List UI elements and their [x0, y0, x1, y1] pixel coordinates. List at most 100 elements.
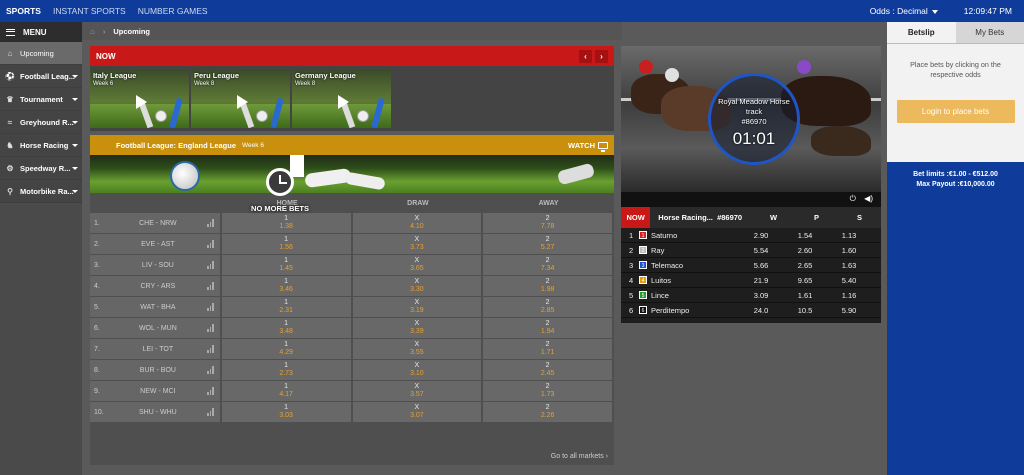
odd-place-button[interactable]: 9.65	[783, 276, 827, 285]
odd-win-button[interactable]: 2.90	[739, 231, 783, 240]
play-icon[interactable]	[338, 95, 349, 109]
match-info[interactable]: 9. NEW - MCI	[90, 381, 220, 401]
sidebar-item-tournament[interactable]: ♛ Tournament	[0, 88, 82, 111]
odd-win-button[interactable]: 21.9	[739, 276, 783, 285]
odd-draw-button[interactable]: X 3.73	[352, 234, 482, 254]
odd-place-button[interactable]: 1.61	[783, 291, 827, 300]
odd-home-button[interactable]: 1 4.17	[221, 381, 351, 401]
prev-arrow-button[interactable]: ‹	[579, 49, 592, 63]
match-info[interactable]: 4. CRY - ARS	[90, 276, 220, 296]
odd-home-button[interactable]: 1 4.29	[221, 339, 351, 359]
odd-show-button[interactable]: 1.63	[827, 261, 871, 270]
live-thumbnail-italy[interactable]: Italy League Week 6	[90, 69, 189, 128]
nav-instant-sports[interactable]: INSTANT SPORTS	[47, 0, 132, 22]
all-markets-link[interactable]: Go to all markets ›	[551, 453, 608, 460]
stats-icon[interactable]	[207, 240, 214, 248]
odd-away-button[interactable]: 2 1.94	[483, 318, 612, 338]
stats-icon[interactable]	[207, 219, 214, 227]
match-info[interactable]: 2. EVE - AST	[90, 234, 220, 254]
odd-home-button[interactable]: 1 2.31	[221, 297, 351, 317]
odd-show-button[interactable]: 5.40	[827, 276, 871, 285]
stats-icon[interactable]	[207, 303, 214, 311]
match-info[interactable]: 3. LIV - SOU	[90, 255, 220, 275]
match-row: 4. CRY - ARS 1 3.46 X 3.30 2 1.98	[90, 276, 614, 296]
odd-away-button[interactable]: 2 1.71	[483, 339, 612, 359]
odd-win-button[interactable]: 3.09	[739, 291, 783, 300]
watch-button[interactable]: WATCH	[568, 141, 614, 152]
odd-away-button[interactable]: 2 7.78	[483, 213, 612, 233]
stats-icon[interactable]	[207, 282, 214, 290]
odd-home-button[interactable]: 1 3.48	[221, 318, 351, 338]
tab-betslip[interactable]: Betslip	[887, 22, 956, 44]
match-info[interactable]: 10. SHU - WHU	[90, 402, 220, 422]
odd-home-button[interactable]: 1 1.45	[221, 255, 351, 275]
odd-place-button[interactable]: 2.60	[783, 246, 827, 255]
odd-draw-button[interactable]: X 3.55	[352, 339, 482, 359]
sidebar-item-speedway-racing[interactable]: ⚙ Speedway R...	[0, 157, 82, 180]
odd-place-button[interactable]: 10.5	[783, 306, 827, 315]
tab-my-bets[interactable]: My Bets	[955, 22, 1024, 44]
stats-icon[interactable]	[207, 408, 214, 416]
match-info[interactable]: 7. LEI - TOT	[90, 339, 220, 359]
odd-show-button[interactable]: 1.13	[827, 231, 871, 240]
odd-place-button[interactable]: 2.65	[783, 261, 827, 270]
odd-show-button[interactable]: 1.60	[827, 246, 871, 255]
play-icon[interactable]	[237, 95, 248, 109]
odd-draw-button[interactable]: X 3.19	[352, 297, 482, 317]
odds-format-dropdown[interactable]: Odds : Decimal	[870, 6, 938, 16]
odd-home-button[interactable]: 1 1.38	[221, 213, 351, 233]
live-thumbnail-germany[interactable]: Germany League Week 8	[292, 69, 391, 128]
odd-away-button[interactable]: 2 1.98	[483, 276, 612, 296]
volume-icon[interactable]: ◀)	[864, 194, 873, 203]
odd-away-button[interactable]: 2 2.45	[483, 360, 612, 380]
next-arrow-button[interactable]: ›	[595, 49, 608, 63]
sidebar-item-football-league[interactable]: ⚽ Football Leag...	[0, 65, 82, 88]
nav-number-games[interactable]: NUMBER GAMES	[132, 0, 214, 22]
menu-toggle[interactable]: MENU	[0, 22, 82, 42]
odd-home-button[interactable]: 1 3.46	[221, 276, 351, 296]
odd-draw-button[interactable]: X 3.30	[352, 276, 482, 296]
odd-show-button[interactable]: 1.16	[827, 291, 871, 300]
play-icon[interactable]	[136, 95, 147, 109]
match-info[interactable]: 8. BUR - BOU	[90, 360, 220, 380]
live-thumbnail-peru[interactable]: Peru League Week 8	[191, 69, 290, 128]
odd-win-button[interactable]: 24.0	[739, 306, 783, 315]
odd-draw-button[interactable]: X 4.10	[352, 213, 482, 233]
odd-draw-button[interactable]: X 3.57	[352, 381, 482, 401]
odd-draw-button[interactable]: X 3.39	[352, 318, 482, 338]
sidebar-item-motorbike-racing[interactable]: ⚲ Motorbike Ra...	[0, 180, 82, 203]
odd-away-button[interactable]: 2 2.26	[483, 402, 612, 422]
odd-away-button[interactable]: 2 5.27	[483, 234, 612, 254]
stats-icon[interactable]	[207, 387, 214, 395]
sidebar-item-horse-racing[interactable]: ♞ Horse Racing	[0, 134, 82, 157]
odd-win-button[interactable]: 5.54	[739, 246, 783, 255]
odd-draw-button[interactable]: X 3.65	[352, 255, 482, 275]
sidebar-item-upcoming[interactable]: ⌂ Upcoming	[0, 42, 82, 65]
match-info[interactable]: 6. WOL - MUN	[90, 318, 220, 338]
odd-away-button[interactable]: 2 2.85	[483, 297, 612, 317]
match-info[interactable]: 1. CHE - NRW	[90, 213, 220, 233]
odd-home-button[interactable]: 1 3.03	[221, 402, 351, 422]
odd-place-button[interactable]: 1.54	[783, 231, 827, 240]
odd-draw-button[interactable]: X 3.07	[352, 402, 482, 422]
odd-value: 3.10	[410, 370, 424, 377]
power-icon[interactable]: ⏻	[850, 194, 856, 204]
home-icon[interactable]: ⌂	[90, 27, 95, 36]
login-button[interactable]: Login to place bets	[896, 100, 1015, 123]
runner-row: 1 1 Saturno 2.90 1.54 1.13	[621, 228, 881, 243]
nav-sports[interactable]: SPORTS	[0, 0, 47, 22]
sidebar-item-greyhound-racing[interactable]: ≈ Greyhound R...	[0, 111, 82, 134]
stats-icon[interactable]	[207, 366, 214, 374]
race-video[interactable]: Royal Meadow Horse track #86970 01:01	[621, 46, 881, 192]
stats-icon[interactable]	[207, 324, 214, 332]
stats-icon[interactable]	[207, 261, 214, 269]
odd-away-button[interactable]: 2 7.34	[483, 255, 612, 275]
odd-home-button[interactable]: 1 2.73	[221, 360, 351, 380]
odd-win-button[interactable]: 5.66	[739, 261, 783, 270]
match-info[interactable]: 5. WAT - BHA	[90, 297, 220, 317]
odd-draw-button[interactable]: X 3.10	[352, 360, 482, 380]
odd-home-button[interactable]: 1 1.56	[221, 234, 351, 254]
odd-show-button[interactable]: 5.90	[827, 306, 871, 315]
stats-icon[interactable]	[207, 345, 214, 353]
odd-away-button[interactable]: 2 1.73	[483, 381, 612, 401]
